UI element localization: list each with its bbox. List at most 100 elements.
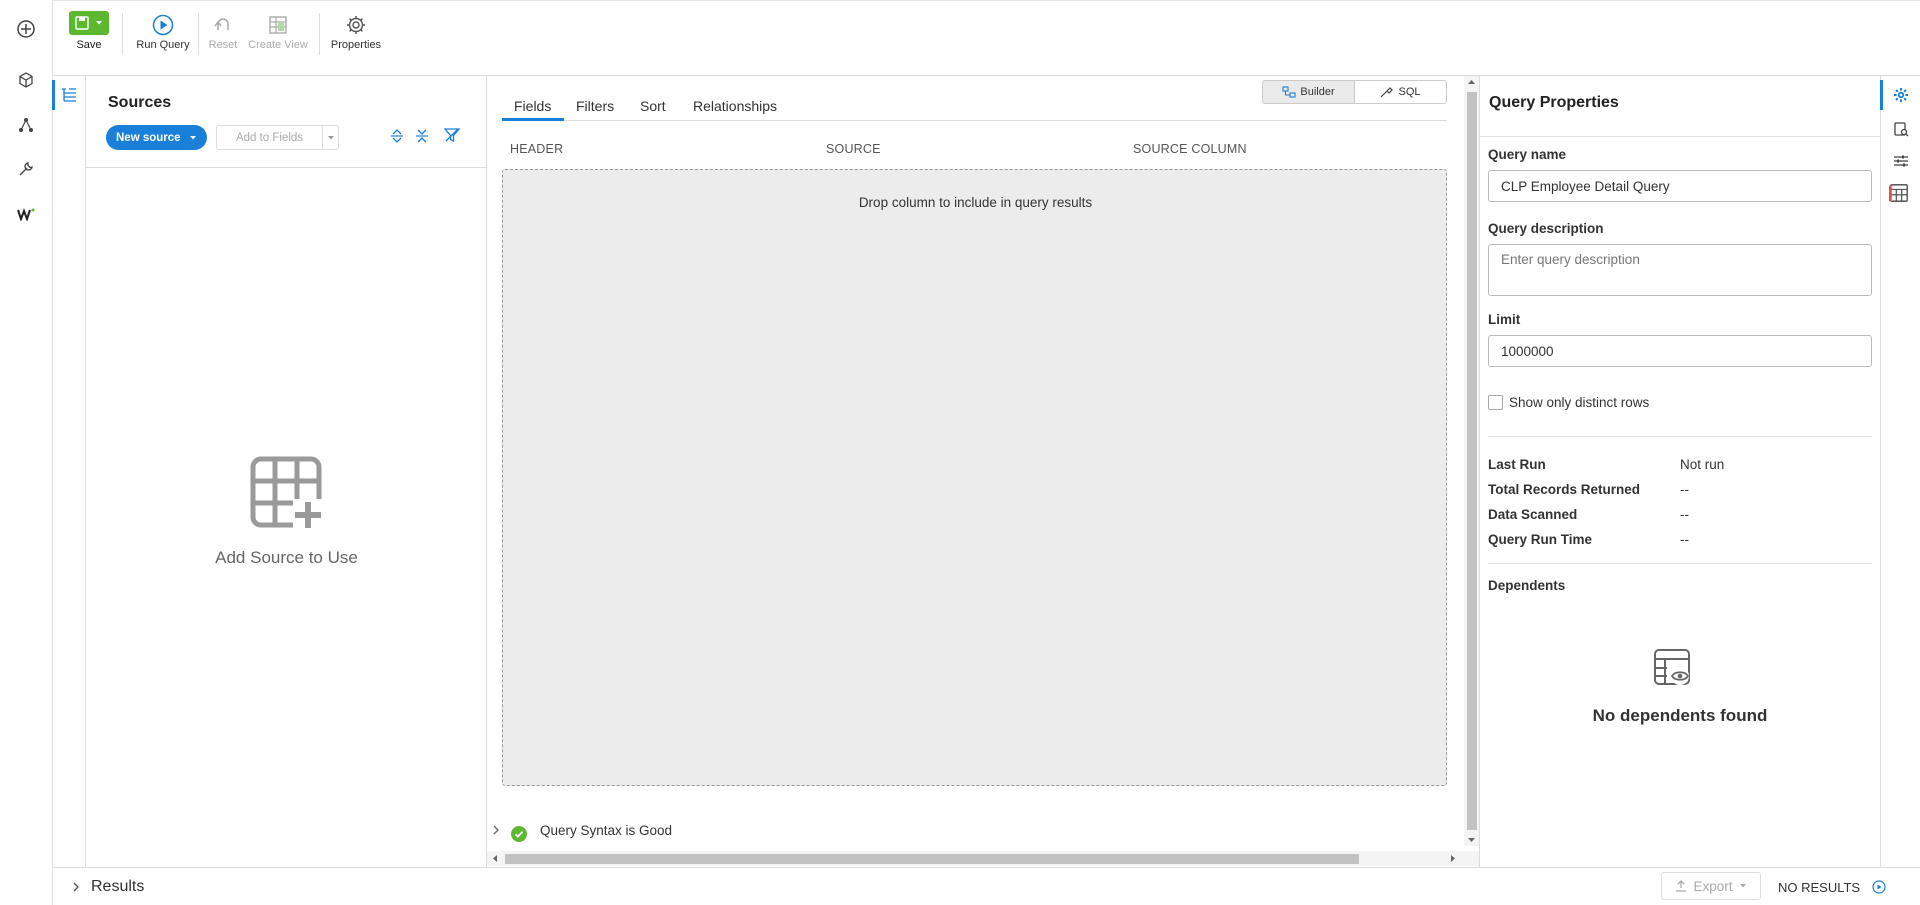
run-query-button[interactable]: Run Query: [135, 11, 191, 51]
network-icon[interactable]: [14, 113, 38, 137]
scroll-left-icon[interactable]: [492, 855, 499, 862]
export-icon: [1676, 880, 1687, 892]
tab-fields[interactable]: Fields: [514, 98, 551, 114]
syntax-status-text: Query Syntax is Good: [540, 822, 673, 838]
stat-label: Query Run Time: [1488, 532, 1593, 547]
tab-relationships[interactable]: Relationships: [693, 98, 777, 114]
query-name-input[interactable]: [1488, 170, 1872, 202]
save-label: Save: [76, 39, 102, 51]
distinct-rows-label: Show only distinct rows: [1509, 395, 1650, 410]
results-label[interactable]: Results: [91, 878, 144, 896]
mode-toggle: Builder SQL: [1262, 80, 1447, 104]
column-header-header: HEADER: [510, 142, 564, 156]
scroll-right-icon[interactable]: [1449, 855, 1456, 862]
undo-icon: [209, 11, 237, 39]
rail-active-indicator: [52, 80, 55, 110]
table-layout-icon[interactable]: [1889, 183, 1909, 203]
toolbar: Save Run Query Reset Create View Propert…: [53, 0, 1920, 76]
properties-title: Query Properties: [1489, 94, 1619, 111]
chevron-down-icon[interactable]: [322, 126, 338, 149]
sliders-icon[interactable]: [1891, 151, 1911, 171]
app-nav-bar: [0, 0, 53, 905]
chevron-down-icon: [1739, 884, 1746, 888]
add-table-icon: [250, 456, 324, 530]
tree-list-icon[interactable]: [61, 86, 77, 107]
chevron-right-icon[interactable]: [72, 882, 80, 892]
wrench-icon[interactable]: [14, 157, 38, 181]
query-description-label: Query description: [1488, 221, 1604, 236]
collapse-all-icon[interactable]: [415, 128, 429, 149]
check-circle-icon: [511, 826, 527, 842]
divider: [1480, 136, 1880, 137]
stat-value: --: [1680, 532, 1689, 547]
builder-label: Builder: [1300, 86, 1335, 98]
cube-icon[interactable]: [14, 68, 38, 92]
no-dependents-label: No dependents found: [1592, 706, 1768, 725]
chevron-right-icon[interactable]: [492, 825, 500, 835]
expand-all-icon[interactable]: [390, 128, 404, 149]
builder-mode-button[interactable]: Builder: [1263, 81, 1355, 103]
stat-value: --: [1680, 482, 1689, 497]
save-split-control[interactable]: [69, 11, 109, 35]
tab-sort[interactable]: Sort: [640, 98, 666, 114]
new-source-button[interactable]: New source: [106, 125, 207, 150]
active-tab-indicator: [502, 118, 564, 121]
query-description-input[interactable]: [1488, 244, 1872, 296]
chevron-down-icon: [190, 135, 196, 139]
results-bar: Results Export NO RESULTS: [53, 867, 1920, 905]
tab-divider: [502, 120, 1447, 121]
distinct-rows-option[interactable]: Show only distinct rows: [1488, 395, 1649, 410]
add-to-fields-button[interactable]: Add to Fields: [216, 125, 339, 150]
reset-button[interactable]: Reset: [203, 11, 243, 51]
play-circle-icon[interactable]: [1872, 880, 1886, 894]
reset-label: Reset: [208, 39, 238, 51]
tab-filters[interactable]: Filters: [576, 98, 614, 114]
dependents-empty-icon: [1653, 648, 1693, 693]
chevron-down-icon[interactable]: [95, 19, 103, 27]
create-view-button[interactable]: Create View: [248, 11, 308, 51]
distinct-rows-checkbox[interactable]: [1488, 395, 1503, 410]
vertical-scroll-thumb[interactable]: [1467, 92, 1477, 830]
export-label: Export: [1693, 878, 1733, 894]
create-view-label: Create View: [248, 39, 308, 51]
sql-mode-button[interactable]: SQL: [1355, 81, 1446, 103]
query-builder-panel: Fields Filters Sort Relationships Builde…: [487, 76, 1480, 867]
export-button[interactable]: Export: [1661, 872, 1761, 900]
sql-label: SQL: [1398, 86, 1421, 98]
properties-rail: [1880, 76, 1920, 867]
limit-input[interactable]: [1488, 335, 1872, 367]
stat-label: Data Scanned: [1488, 507, 1578, 522]
syntax-status-bar: Query Syntax is Good: [487, 820, 673, 842]
results-status: NO RESULTS: [1778, 880, 1861, 895]
column-header-source-column: SOURCE COLUMN: [1133, 142, 1247, 156]
workiva-logo-icon[interactable]: [14, 202, 38, 226]
column-header-source: SOURCE: [826, 142, 881, 156]
builder-icon: [1282, 86, 1296, 98]
save-button[interactable]: Save: [69, 11, 109, 51]
stat-label: Total Records Returned: [1488, 482, 1641, 497]
sources-empty-state: Add Source to Use: [86, 456, 487, 568]
document-search-icon[interactable]: [1891, 119, 1911, 139]
fields-drop-zone[interactable]: Drop column to include in query results: [502, 169, 1447, 786]
settings-gear-icon[interactable]: [1891, 85, 1911, 105]
add-source-label: Add Source to Use: [215, 548, 358, 567]
divider: [1488, 563, 1872, 564]
stat-value: --: [1680, 507, 1689, 522]
floppy-disk-icon: [75, 16, 89, 30]
scroll-up-icon[interactable]: [1468, 79, 1475, 86]
create-view-icon: [264, 11, 292, 39]
add-circle-icon[interactable]: [14, 17, 38, 41]
add-to-fields-label: Add to Fields: [235, 131, 304, 144]
divider: [1488, 436, 1872, 437]
divider: [86, 167, 487, 168]
play-circle-icon: [149, 11, 177, 39]
horizontal-scroll-thumb[interactable]: [505, 854, 1359, 864]
new-source-label: New source: [116, 131, 181, 144]
drop-zone-text: Drop column to include in query results: [858, 195, 1093, 210]
stat-label: Last Run: [1488, 457, 1546, 472]
properties-button[interactable]: Properties: [328, 11, 384, 51]
filter-icon[interactable]: [443, 127, 461, 148]
scroll-down-icon[interactable]: [1468, 836, 1475, 843]
gear-icon: [342, 11, 370, 39]
properties-label: Properties: [330, 39, 382, 51]
